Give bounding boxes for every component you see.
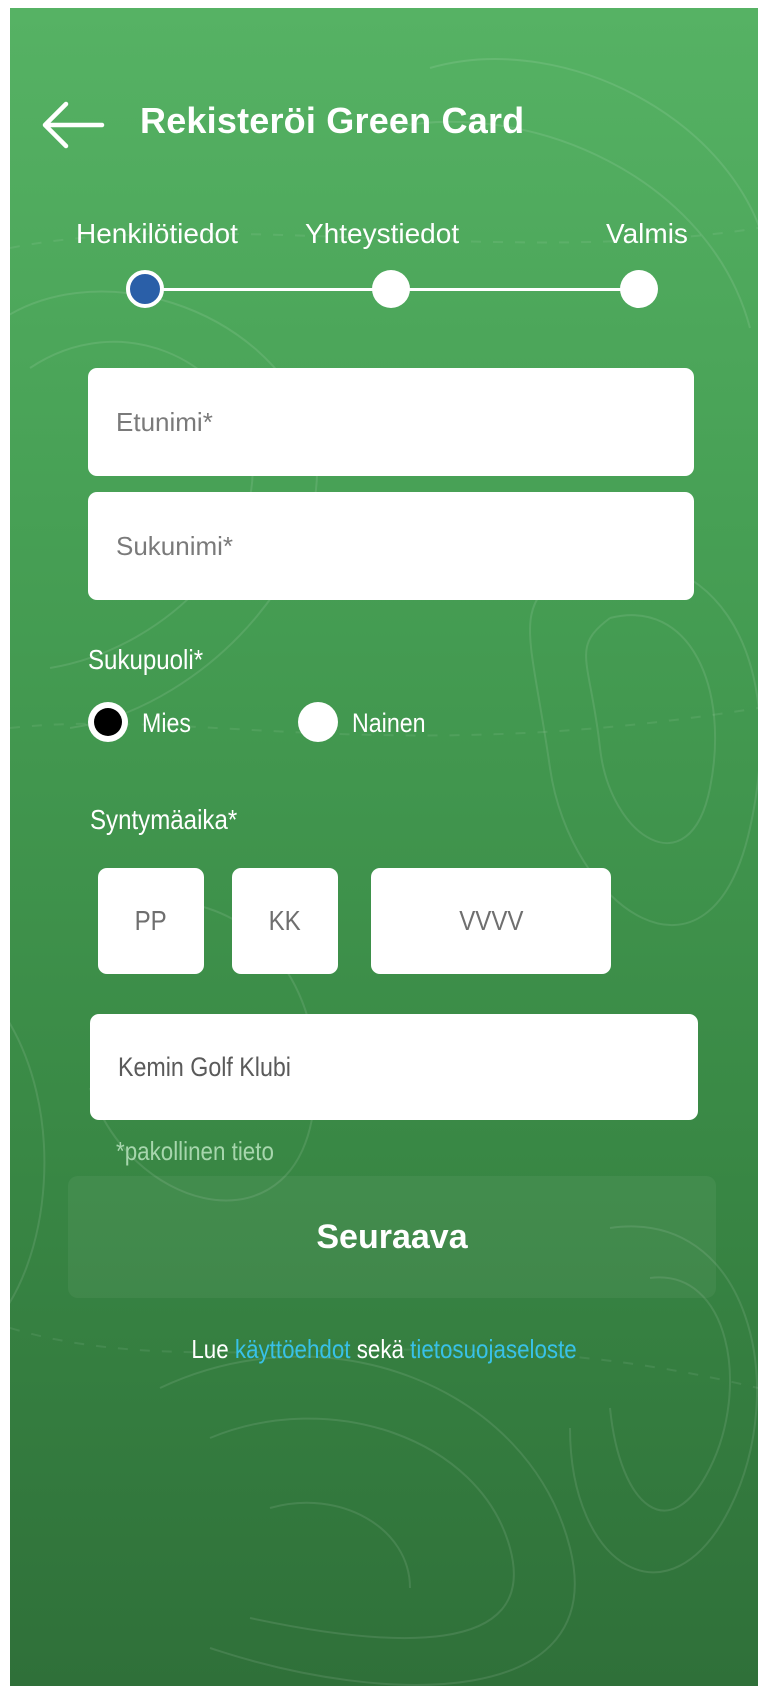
gender-label: Sukupuoli*: [88, 644, 204, 675]
terms-prefix: Lue: [191, 1334, 235, 1364]
registration-screen: Rekisteröi Green Card Henkilötiedot Yhte…: [10, 8, 758, 1686]
birth-year-placeholder: VVVV: [458, 905, 524, 936]
back-button[interactable]: [36, 92, 108, 158]
last-name-input[interactable]: [88, 492, 694, 600]
terms-middle: sekä: [350, 1334, 411, 1364]
gender-label-female: Nainen: [352, 708, 426, 738]
step-label-contact: Yhteystiedot: [305, 218, 460, 249]
step-dot-personal: [126, 270, 164, 308]
step-label-personal: Henkilötiedot: [76, 218, 238, 249]
terms-text: Lue käyttöehdot sekä tietosuojaseloste: [10, 1334, 758, 1365]
arrow-left-icon: [42, 101, 105, 149]
required-note: *pakollinen tieto: [116, 1136, 274, 1166]
gender-radio-female[interactable]: [298, 702, 338, 742]
birth-day-placeholder: PP: [134, 905, 168, 936]
next-button-label: Seuraava: [316, 1217, 468, 1256]
birth-day-input[interactable]: PP: [98, 868, 204, 974]
topographic-background: [10, 58, 758, 1686]
privacy-policy-link[interactable]: tietosuojaseloste: [410, 1334, 577, 1364]
club-select[interactable]: Kemin Golf Klubi: [90, 1014, 698, 1120]
next-button[interactable]: Seuraava: [68, 1176, 716, 1298]
birth-month-input[interactable]: KK: [232, 868, 338, 974]
gender-radio-male[interactable]: [88, 702, 128, 742]
step-label-done: Valmis: [606, 218, 688, 249]
step-dot-done: [620, 270, 658, 308]
first-name-input[interactable]: [88, 368, 694, 476]
club-value: Kemin Golf Klubi: [118, 1051, 291, 1082]
birth-month-placeholder: KK: [268, 905, 302, 936]
birthdate-label: Syntymäaika*: [90, 804, 238, 835]
step-dot-contact: [372, 270, 410, 308]
gender-label-male: Mies: [142, 708, 192, 738]
page-title: Rekisteröi Green Card: [140, 100, 525, 141]
terms-of-use-link[interactable]: käyttöehdot: [235, 1334, 351, 1364]
birth-year-input[interactable]: VVVV: [371, 868, 611, 974]
